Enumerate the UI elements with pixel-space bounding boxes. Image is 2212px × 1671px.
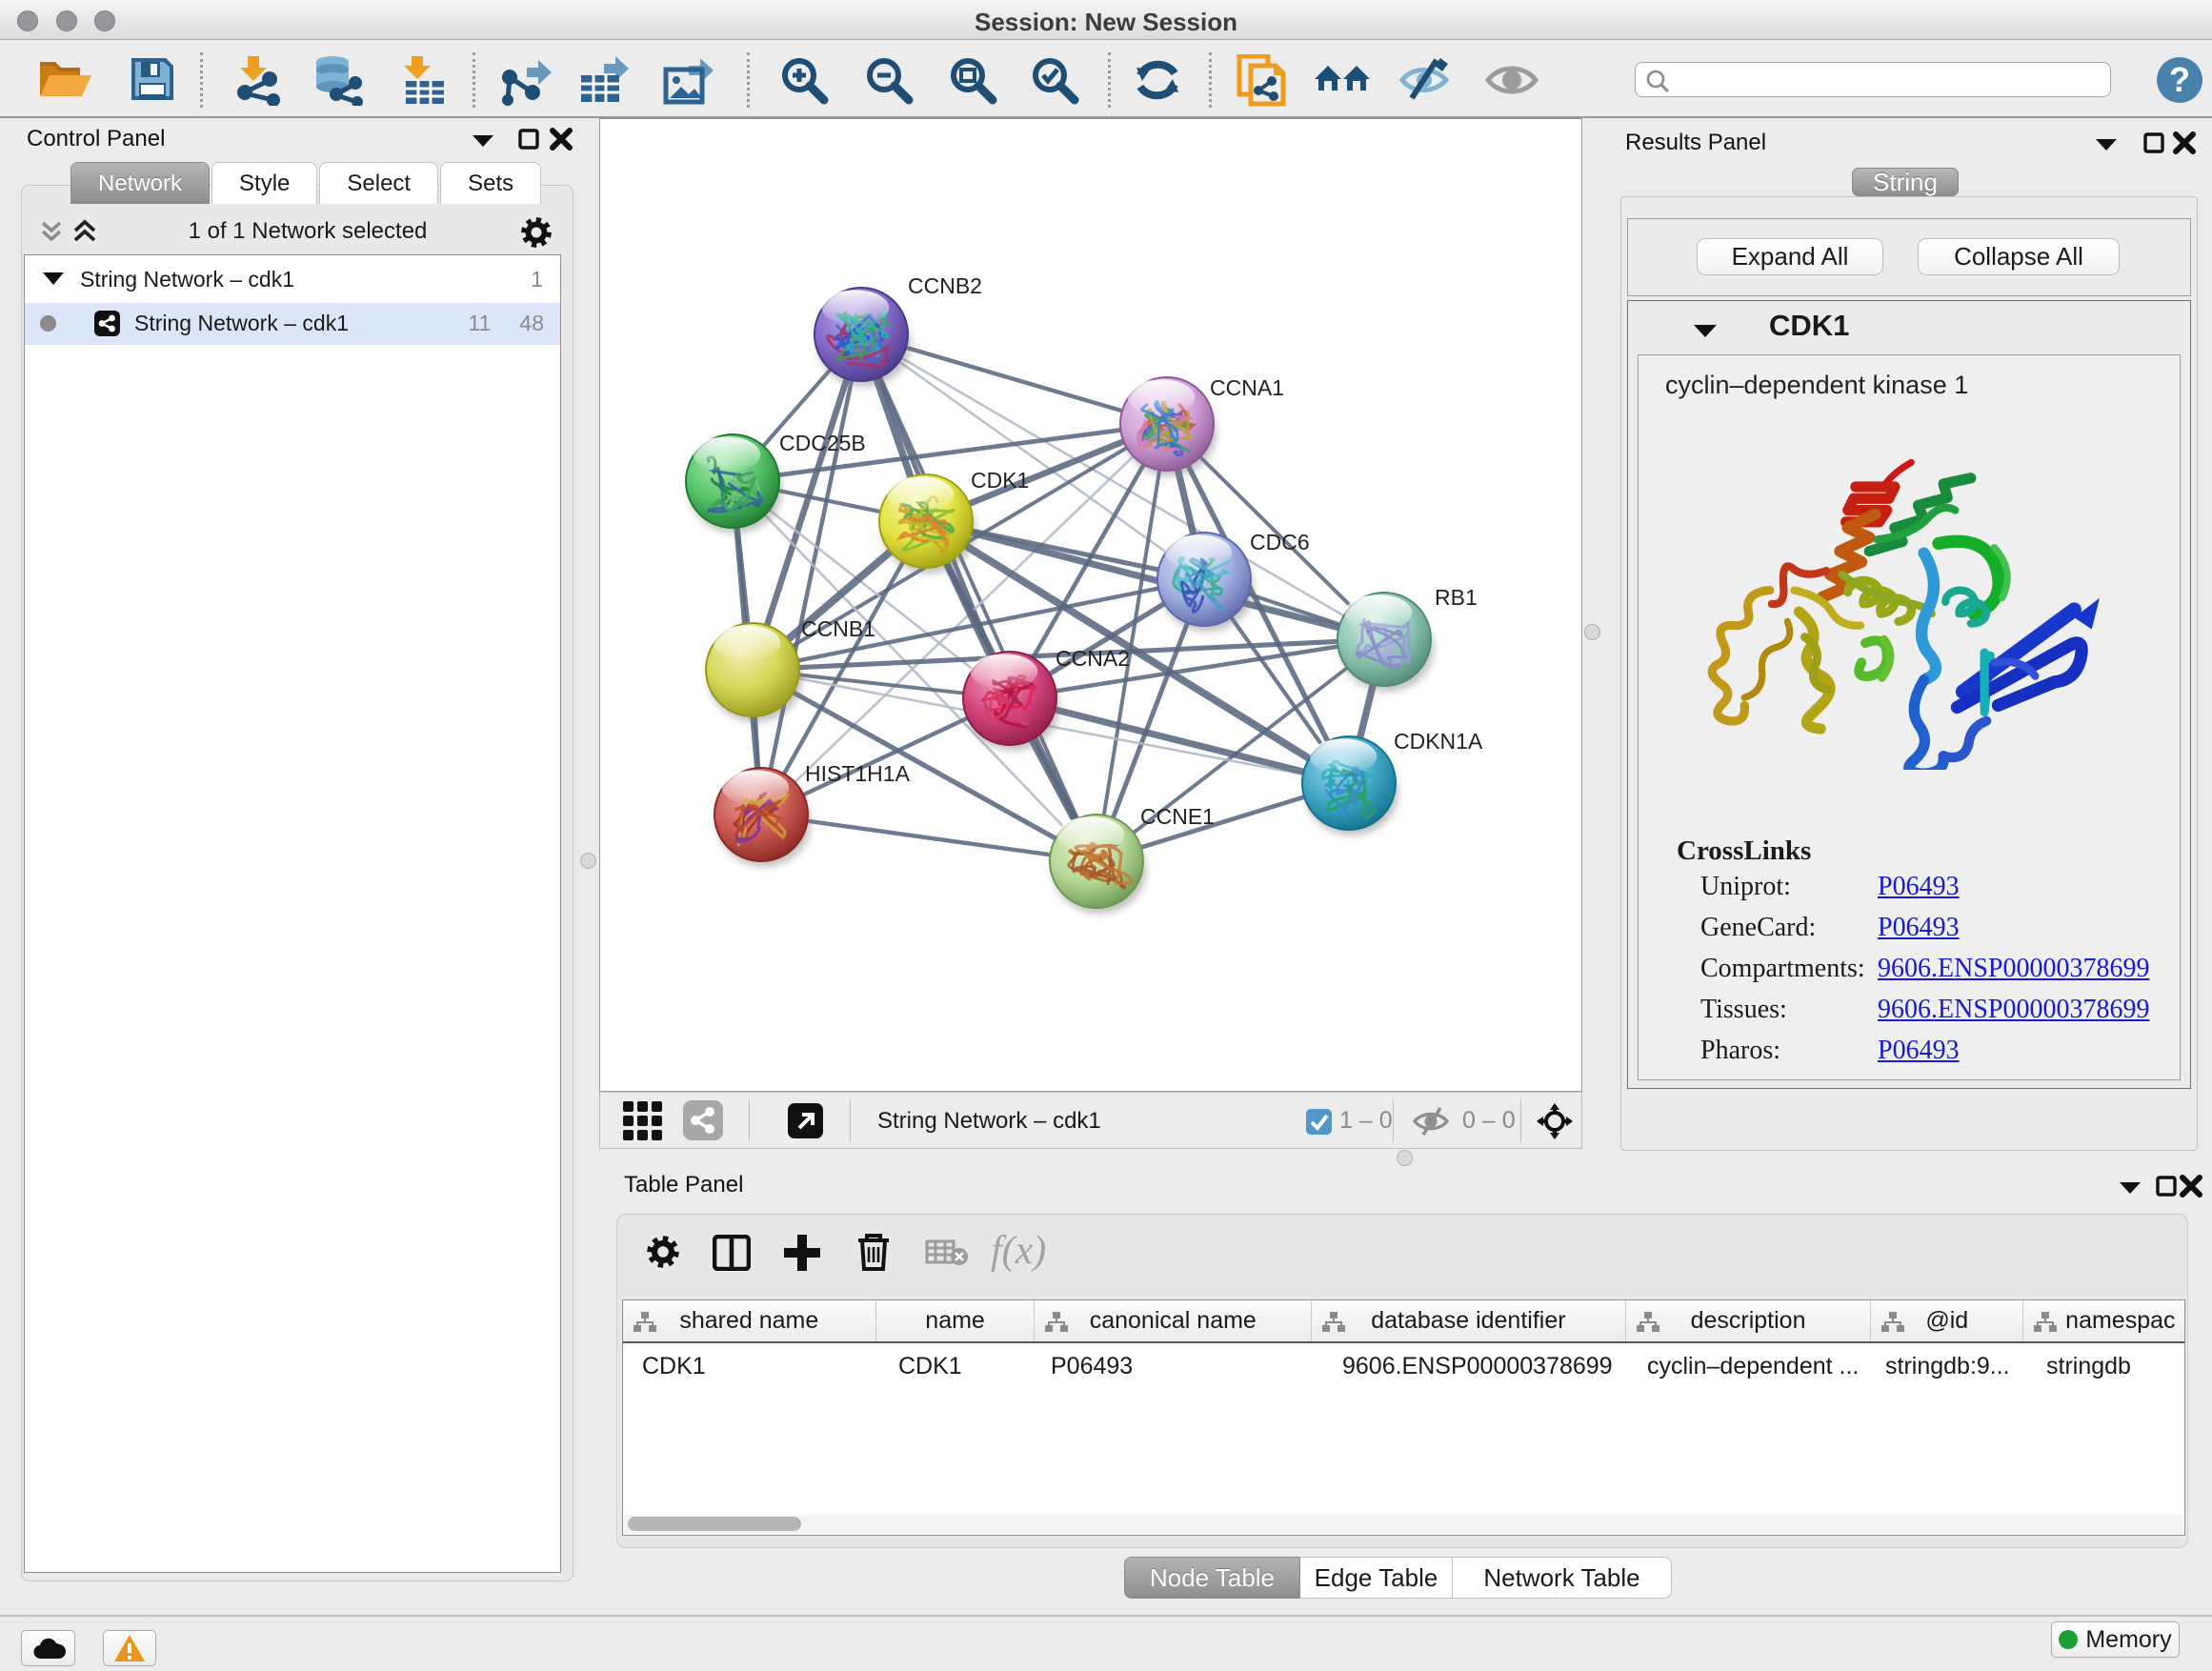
svg-text:CDC25B: CDC25B bbox=[779, 431, 866, 455]
svg-text:RB1: RB1 bbox=[1435, 585, 1478, 610]
svg-text:?: ? bbox=[2169, 60, 2190, 99]
svg-text:CDK1: CDK1 bbox=[971, 468, 1029, 493]
svg-text:HIST1H1A: HIST1H1A bbox=[805, 761, 911, 786]
svg-text:CCNE1: CCNE1 bbox=[1140, 804, 1215, 829]
svg-text:CDKN1A: CDKN1A bbox=[1394, 729, 1483, 754]
svg-text:CCNB2: CCNB2 bbox=[908, 273, 982, 298]
svg-text:CCNA1: CCNA1 bbox=[1210, 375, 1284, 400]
svg-text:CCNB1: CCNB1 bbox=[801, 616, 875, 641]
svg-text:CDC6: CDC6 bbox=[1250, 530, 1310, 554]
svg-text:CCNA2: CCNA2 bbox=[1056, 646, 1130, 671]
